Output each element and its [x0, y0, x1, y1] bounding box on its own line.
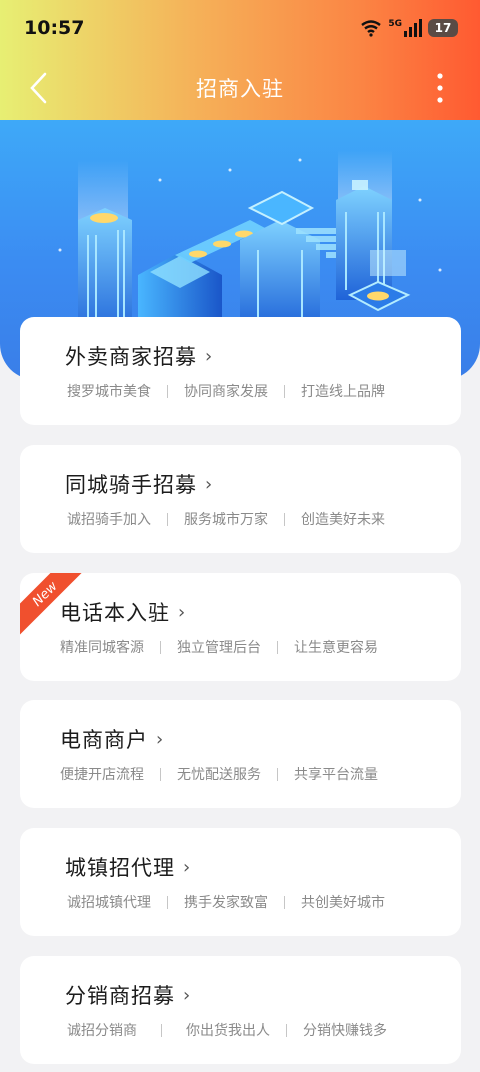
status-bar: 10:57 5G 17 [0, 0, 480, 56]
card-title-text: 同城骑手招募 [65, 473, 197, 497]
card-takeaway-merchant[interactable]: 外卖商家招募 › 搜罗城市美食 协同商家发展 打造线上品牌 [20, 317, 461, 425]
card-title-text: 电商商户 [60, 728, 148, 752]
card-tag: 诚招城镇代理 [67, 895, 151, 911]
status-icons: 5G 17 [360, 19, 458, 37]
divider [284, 512, 285, 526]
card-tag: 搜罗城市美食 [67, 384, 151, 400]
card-rider-recruit[interactable]: 同城骑手招募 › 诚招骑手加入 服务城市万家 创造美好未来 [20, 445, 461, 553]
battery-icon: 17 [428, 19, 458, 37]
card-title: 电话本入驻 › [60, 597, 186, 627]
divider [167, 512, 168, 526]
card-tags: 诚招分销商 你出货我出人 分销快赚钱多 [67, 1020, 387, 1040]
divider [167, 384, 168, 398]
divider [277, 767, 278, 781]
signal-icon [404, 19, 422, 37]
chevron-right-icon: › [205, 473, 214, 495]
card-title-text: 分销商招募 [65, 984, 175, 1008]
chevron-right-icon: › [205, 345, 214, 367]
card-tags: 搜罗城市美食 协同商家发展 打造线上品牌 [67, 381, 385, 401]
divider [277, 640, 278, 654]
chevron-right-icon: › [183, 984, 192, 1006]
card-title: 城镇招代理 › [65, 852, 191, 882]
card-tag: 诚招骑手加入 [67, 512, 151, 528]
divider [286, 1023, 287, 1037]
chevron-right-icon: › [178, 601, 187, 623]
card-tags: 便捷开店流程 无忧配送服务 共享平台流量 [60, 764, 378, 784]
card-tags: 精准同城客源 独立管理后台 让生意更容易 [60, 637, 378, 657]
card-tag: 服务城市万家 [184, 512, 268, 528]
card-ecommerce-merchant[interactable]: 电商商户 › 便捷开店流程 无忧配送服务 共享平台流量 [20, 700, 461, 808]
card-tag: 协同商家发展 [184, 384, 268, 400]
card-tag: 携手发家致富 [184, 895, 268, 911]
chevron-right-icon: › [183, 856, 192, 878]
navbar: 招商入驻 [0, 60, 480, 116]
card-tag: 创造美好未来 [301, 512, 385, 528]
back-button[interactable] [18, 68, 58, 108]
card-tag: 共享平台流量 [294, 767, 378, 783]
card-title: 外卖商家招募 › [65, 341, 213, 371]
chevron-left-icon [30, 72, 47, 104]
network-type: 5G [388, 19, 402, 29]
card-tag: 打造线上品牌 [301, 384, 385, 400]
card-tag: 诚招分销商 [67, 1023, 137, 1039]
card-tag: 你出货我出人 [186, 1023, 270, 1039]
divider [161, 1023, 162, 1037]
card-title-text: 电话本入驻 [60, 601, 170, 625]
card-title: 分销商招募 › [65, 980, 191, 1010]
card-tags: 诚招骑手加入 服务城市万家 创造美好未来 [67, 509, 385, 529]
chevron-right-icon: › [156, 728, 165, 750]
status-time: 10:57 [24, 17, 85, 39]
card-tag: 精准同城客源 [60, 640, 144, 656]
card-title: 电商商户 › [60, 724, 164, 754]
card-title: 同城骑手招募 › [65, 469, 213, 499]
more-vertical-icon [437, 73, 443, 103]
divider [160, 767, 161, 781]
more-button[interactable] [420, 68, 460, 108]
card-phonebook-join[interactable]: New 电话本入驻 › 精准同城客源 独立管理后台 让生意更容易 [20, 573, 461, 681]
card-title-text: 外卖商家招募 [65, 345, 197, 369]
page-title: 招商入驻 [196, 77, 284, 101]
header: 10:57 5G 17 招商入驻 [0, 0, 480, 120]
card-distributor-recruit[interactable]: 分销商招募 › 诚招分销商 你出货我出人 分销快赚钱多 [20, 956, 461, 1064]
divider [284, 384, 285, 398]
wifi-icon [361, 20, 382, 37]
card-tag: 共创美好城市 [301, 895, 385, 911]
card-tag: 便捷开店流程 [60, 767, 144, 783]
divider [160, 640, 161, 654]
divider [284, 895, 285, 909]
card-tags: 诚招城镇代理 携手发家致富 共创美好城市 [67, 892, 385, 912]
card-title-text: 城镇招代理 [65, 856, 175, 880]
card-tag: 分销快赚钱多 [303, 1023, 387, 1039]
divider [167, 895, 168, 909]
card-town-agent[interactable]: 城镇招代理 › 诚招城镇代理 携手发家致富 共创美好城市 [20, 828, 461, 936]
card-tag: 无忧配送服务 [177, 767, 261, 783]
card-tag: 让生意更容易 [294, 640, 378, 656]
card-tag: 独立管理后台 [177, 640, 261, 656]
